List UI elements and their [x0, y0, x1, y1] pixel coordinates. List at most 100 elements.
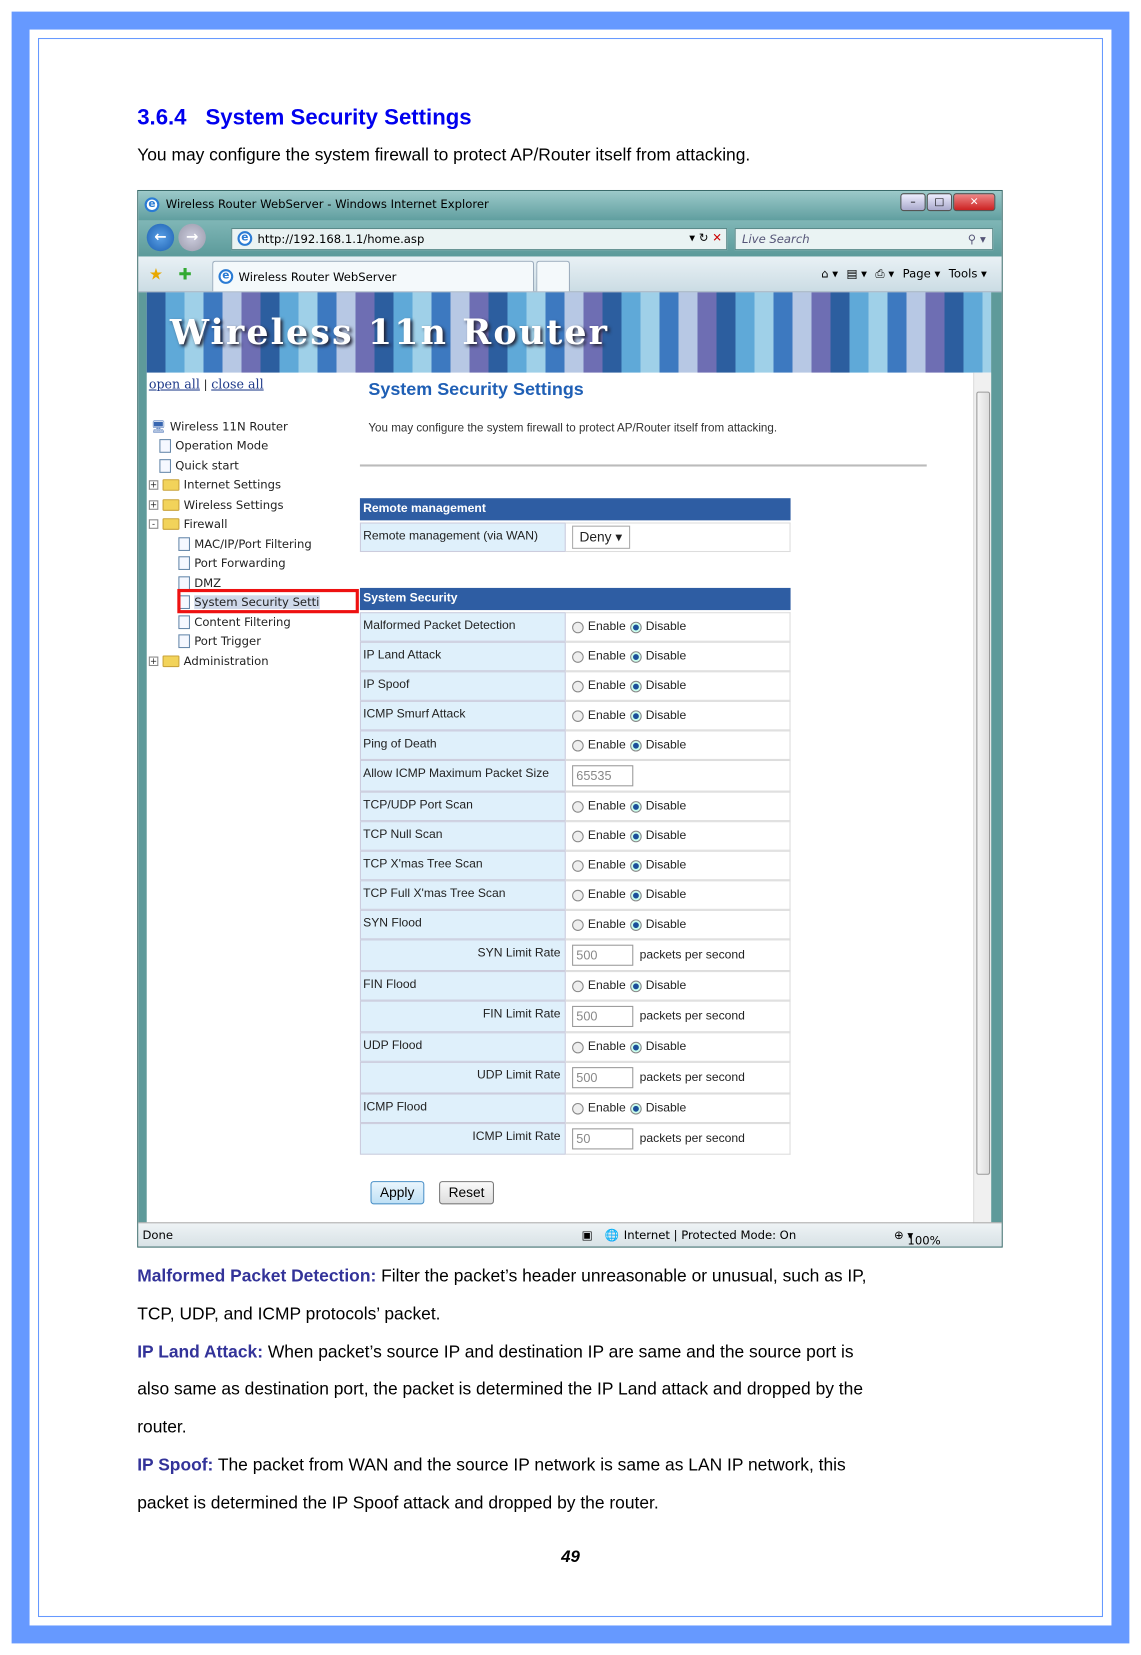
- browser-tab[interactable]: e Wireless Router WebServer: [212, 260, 535, 292]
- close-button[interactable]: ✕: [953, 193, 996, 212]
- table-header: Remote management: [359, 498, 791, 521]
- scrollbar[interactable]: [973, 372, 992, 1225]
- disable-radio[interactable]: [629, 980, 642, 992]
- table-row: ICMP Flood Enable Disable: [359, 1093, 791, 1124]
- globe-icon: 🌐: [604, 1228, 620, 1243]
- refresh-stop-icons[interactable]: ▾ ↻ ✕: [689, 231, 722, 245]
- tree-item[interactable]: Port Trigger: [178, 632, 261, 651]
- tree-item-label: Firewall: [183, 517, 228, 531]
- description-term: IP Land Attack:: [137, 1342, 264, 1362]
- popup-blocked-icon[interactable]: ▣: [582, 1229, 593, 1243]
- disable-label: Disable: [645, 829, 687, 843]
- enable-radio[interactable]: [572, 980, 584, 992]
- reset-button[interactable]: Reset: [439, 1181, 494, 1205]
- enable-radio[interactable]: [572, 1041, 584, 1053]
- tree-item[interactable]: + Wireless Settings: [148, 495, 284, 514]
- enable-radio[interactable]: [572, 680, 584, 692]
- open-all-link[interactable]: open all: [149, 377, 200, 392]
- disable-radio[interactable]: [629, 859, 642, 872]
- disable-radio[interactable]: [629, 709, 642, 722]
- enable-radio[interactable]: [572, 830, 584, 842]
- forward-button[interactable]: →: [178, 223, 206, 252]
- enable-label: Enable: [587, 679, 626, 693]
- table-row: TCP/UDP Port Scan Enable Disable: [359, 791, 791, 822]
- favorites-star-icon[interactable]: ★: [149, 265, 163, 284]
- tree-item[interactable]: Port Forwarding: [178, 554, 286, 573]
- disable-radio[interactable]: [629, 680, 642, 692]
- description-line: IP Land Attack: When packet’s source IP …: [137, 1342, 854, 1362]
- close-all-link[interactable]: close all: [211, 377, 263, 392]
- feeds-icon[interactable]: ▤ ▾: [846, 267, 866, 282]
- status-text: Done: [142, 1228, 174, 1243]
- scrollbar-thumb[interactable]: [976, 391, 991, 1175]
- enable-radio[interactable]: [572, 1102, 584, 1115]
- minimize-button[interactable]: –: [900, 193, 926, 212]
- new-tab-button[interactable]: [536, 260, 570, 292]
- disable-radio[interactable]: [629, 739, 642, 751]
- back-button[interactable]: ←: [146, 223, 175, 252]
- disable-radio[interactable]: [629, 918, 642, 931]
- expand-toggle-icon[interactable]: -: [148, 519, 159, 529]
- page-icon: [178, 614, 190, 629]
- enable-radio[interactable]: [572, 800, 584, 813]
- enable-radio[interactable]: [572, 621, 584, 633]
- tree-item[interactable]: - Firewall: [148, 515, 228, 534]
- enable-radio[interactable]: [572, 889, 584, 901]
- disable-radio[interactable]: [629, 800, 642, 813]
- ie-page-icon: e: [237, 231, 253, 246]
- disable-radio[interactable]: [629, 830, 642, 842]
- search-input[interactable]: Live Search ⚲ ▾: [734, 227, 994, 251]
- tree-item[interactable]: Quick start: [159, 456, 239, 475]
- disable-radio[interactable]: [629, 650, 642, 663]
- zoom-level[interactable]: ⊕ 100% ▾: [894, 1229, 941, 1247]
- tree-item[interactable]: Operation Mode: [159, 436, 268, 455]
- disable-label: Disable: [645, 620, 687, 634]
- tools-menu[interactable]: Tools ▾: [949, 267, 987, 282]
- enable-radio[interactable]: [572, 650, 584, 663]
- window-title: Wireless Router WebServer - Windows Inte…: [165, 197, 489, 212]
- tree-item[interactable]: 🖥 Wireless 11N Router: [151, 417, 288, 436]
- enable-radio[interactable]: [572, 859, 584, 872]
- tree-item[interactable]: + Administration: [148, 651, 269, 670]
- remote-management-select[interactable]: Deny ▾: [572, 525, 630, 549]
- selection-highlight: [177, 588, 359, 614]
- section-intro: You may configure the system firewall to…: [137, 145, 751, 165]
- home-icon[interactable]: ⌂ ▾: [821, 267, 838, 282]
- disable-label: Disable: [645, 679, 687, 693]
- maximize-button[interactable]: □: [926, 193, 953, 212]
- link-separator: |: [203, 377, 208, 392]
- tab-bar: ★ ✚ e Wireless Router WebServer ⌂ ▾ ▤ ▾ ⎙ ▾…: [138, 256, 1002, 293]
- print-icon[interactable]: ⎙ ▾: [875, 267, 894, 282]
- expand-toggle-icon[interactable]: +: [148, 499, 159, 510]
- tree-item-label: Administration: [183, 653, 269, 668]
- table-row: Ping of Death Enable Disable: [359, 730, 791, 760]
- folder-icon: [162, 498, 180, 511]
- page-menu[interactable]: Page ▾: [903, 267, 941, 282]
- row-label: SYN Limit Rate: [359, 939, 566, 972]
- search-icon[interactable]: ⚲ ▾: [968, 232, 986, 246]
- expand-toggle-icon[interactable]: +: [148, 655, 159, 666]
- disable-radio[interactable]: [629, 621, 642, 633]
- disable-radio[interactable]: [629, 1041, 642, 1053]
- value-input[interactable]: 500: [572, 944, 634, 966]
- tree-item[interactable]: Content Filtering: [178, 612, 291, 631]
- disable-label: Disable: [645, 1101, 687, 1115]
- url-input[interactable]: e http://192.168.1.1/home.asp ▾ ↻ ✕: [231, 227, 728, 251]
- apply-button[interactable]: Apply: [370, 1181, 424, 1205]
- value-input[interactable]: 50: [572, 1128, 634, 1150]
- value-input[interactable]: 500: [572, 1005, 634, 1028]
- enable-radio[interactable]: [572, 918, 584, 931]
- tree-item[interactable]: MAC/IP/Port Filtering: [178, 534, 312, 553]
- disable-label: Disable: [645, 650, 687, 663]
- expand-toggle-icon[interactable]: +: [148, 480, 159, 490]
- enable-radio[interactable]: [572, 739, 584, 751]
- description-term: IP Spoof:: [137, 1455, 214, 1475]
- tree-item[interactable]: + Internet Settings: [148, 476, 281, 495]
- enable-radio[interactable]: [572, 709, 584, 722]
- disable-radio[interactable]: [629, 889, 642, 901]
- page-title: System Security Settings: [368, 378, 584, 399]
- disable-radio[interactable]: [629, 1102, 642, 1115]
- add-favorites-icon[interactable]: ✚: [178, 265, 191, 284]
- value-input[interactable]: 65535: [572, 765, 634, 787]
- value-input[interactable]: 500: [572, 1067, 634, 1089]
